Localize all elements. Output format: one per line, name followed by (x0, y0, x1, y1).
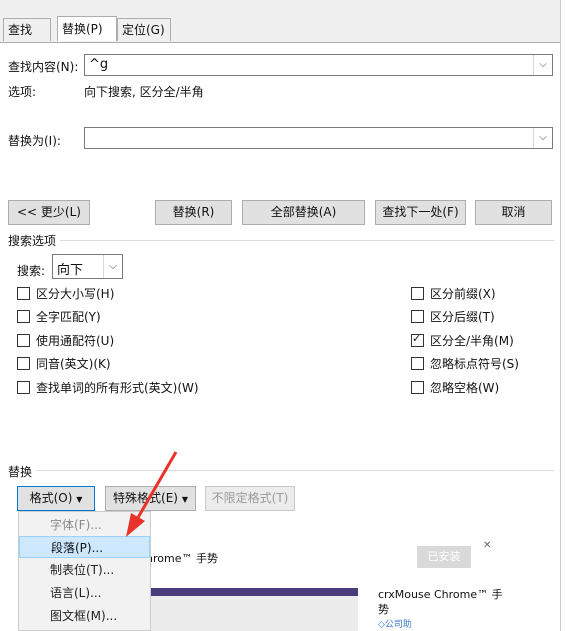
tab-replace[interactable]: 替换(P) (57, 16, 117, 41)
red-arrow-icon (126, 451, 178, 537)
annotation-arrow-overlay (126, 451, 178, 537)
